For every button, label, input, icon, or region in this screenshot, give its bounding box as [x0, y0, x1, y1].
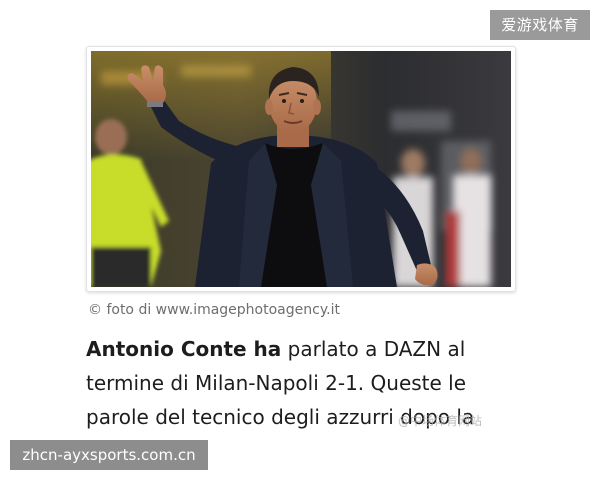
- photo-credit: © foto di www.imagephotoagency.it: [88, 302, 340, 318]
- article-lead-bold: Antonio Conte ha: [86, 337, 282, 361]
- article-photo-card: [86, 46, 516, 292]
- article-line-2: termine di Milan-Napoli 2-1. Queste le: [86, 371, 467, 395]
- article-line-1: Antonio Conte ha parlato a DAZN al: [86, 332, 526, 366]
- brand-badge: 爱游戏体育: [490, 10, 590, 40]
- article-line-1-rest: parlato a DAZN al: [281, 337, 466, 361]
- site-url-badge: zhcn-ayxsports.com.cn: [10, 440, 208, 470]
- watermark: @中场体育网站: [398, 414, 483, 428]
- coach-photo-image: [91, 51, 511, 287]
- article-photo: [91, 51, 511, 287]
